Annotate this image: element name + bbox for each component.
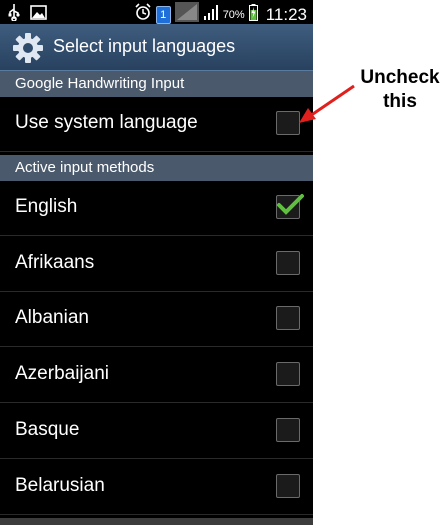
use-system-language-row[interactable]: Use system language (0, 97, 313, 152)
battery-percent: 70% (222, 8, 245, 21)
language-row-english[interactable]: English (0, 181, 313, 236)
language-checkbox-albanian[interactable] (276, 306, 300, 330)
language-row-albanian[interactable]: Albanian (0, 292, 313, 347)
language-label: Azerbaijani (15, 363, 109, 384)
phone-screen: 1 70% 11:23 Select input languages Googl… (0, 0, 313, 525)
section-header-handwriting: Google Handwriting Input (0, 71, 313, 97)
language-label: Afrikaans (15, 252, 95, 273)
language-row-basque[interactable]: Basque (0, 404, 313, 459)
battery-icon (248, 3, 258, 26)
annotation-arrow-icon (299, 84, 355, 123)
language-checkbox-afrikaans[interactable] (276, 251, 300, 275)
alarm-icon (134, 3, 152, 26)
clock: 11:23 (265, 4, 307, 24)
annotation-line-2: this (383, 91, 417, 112)
annotation-text: Uncheck this (360, 66, 440, 114)
checkmark-icon (277, 194, 304, 215)
language-checkbox-basque[interactable] (276, 418, 300, 442)
status-bar: 1 70% 11:23 (0, 0, 313, 24)
language-row-azerbaijani[interactable]: Azerbaijani (0, 348, 313, 403)
language-label: Albanian (15, 307, 89, 328)
language-label: English (15, 196, 78, 217)
language-checkbox-azerbaijani[interactable] (276, 362, 300, 386)
bottom-divider (0, 518, 313, 525)
action-bar: Select input languages (0, 24, 313, 71)
image-icon (30, 4, 47, 25)
language-checkbox-english[interactable] (276, 194, 304, 219)
language-checkbox-belarusian[interactable] (276, 474, 300, 498)
usb-icon (8, 3, 20, 26)
section-header-active-methods: Active input methods (0, 155, 313, 181)
page-title: Select input languages (53, 36, 236, 56)
language-label: Belarusian (15, 475, 105, 496)
annotation-line-1: Uncheck (360, 67, 440, 88)
wifi-signal-icon (203, 4, 219, 25)
gear-icon[interactable] (12, 32, 44, 69)
language-row-belarusian[interactable]: Belarusian (0, 460, 313, 515)
language-label: Basque (15, 419, 80, 440)
language-row-afrikaans[interactable]: Afrikaans (0, 237, 313, 292)
use-system-language-label: Use system language (15, 112, 198, 133)
notification-badge: 1 (155, 5, 171, 24)
